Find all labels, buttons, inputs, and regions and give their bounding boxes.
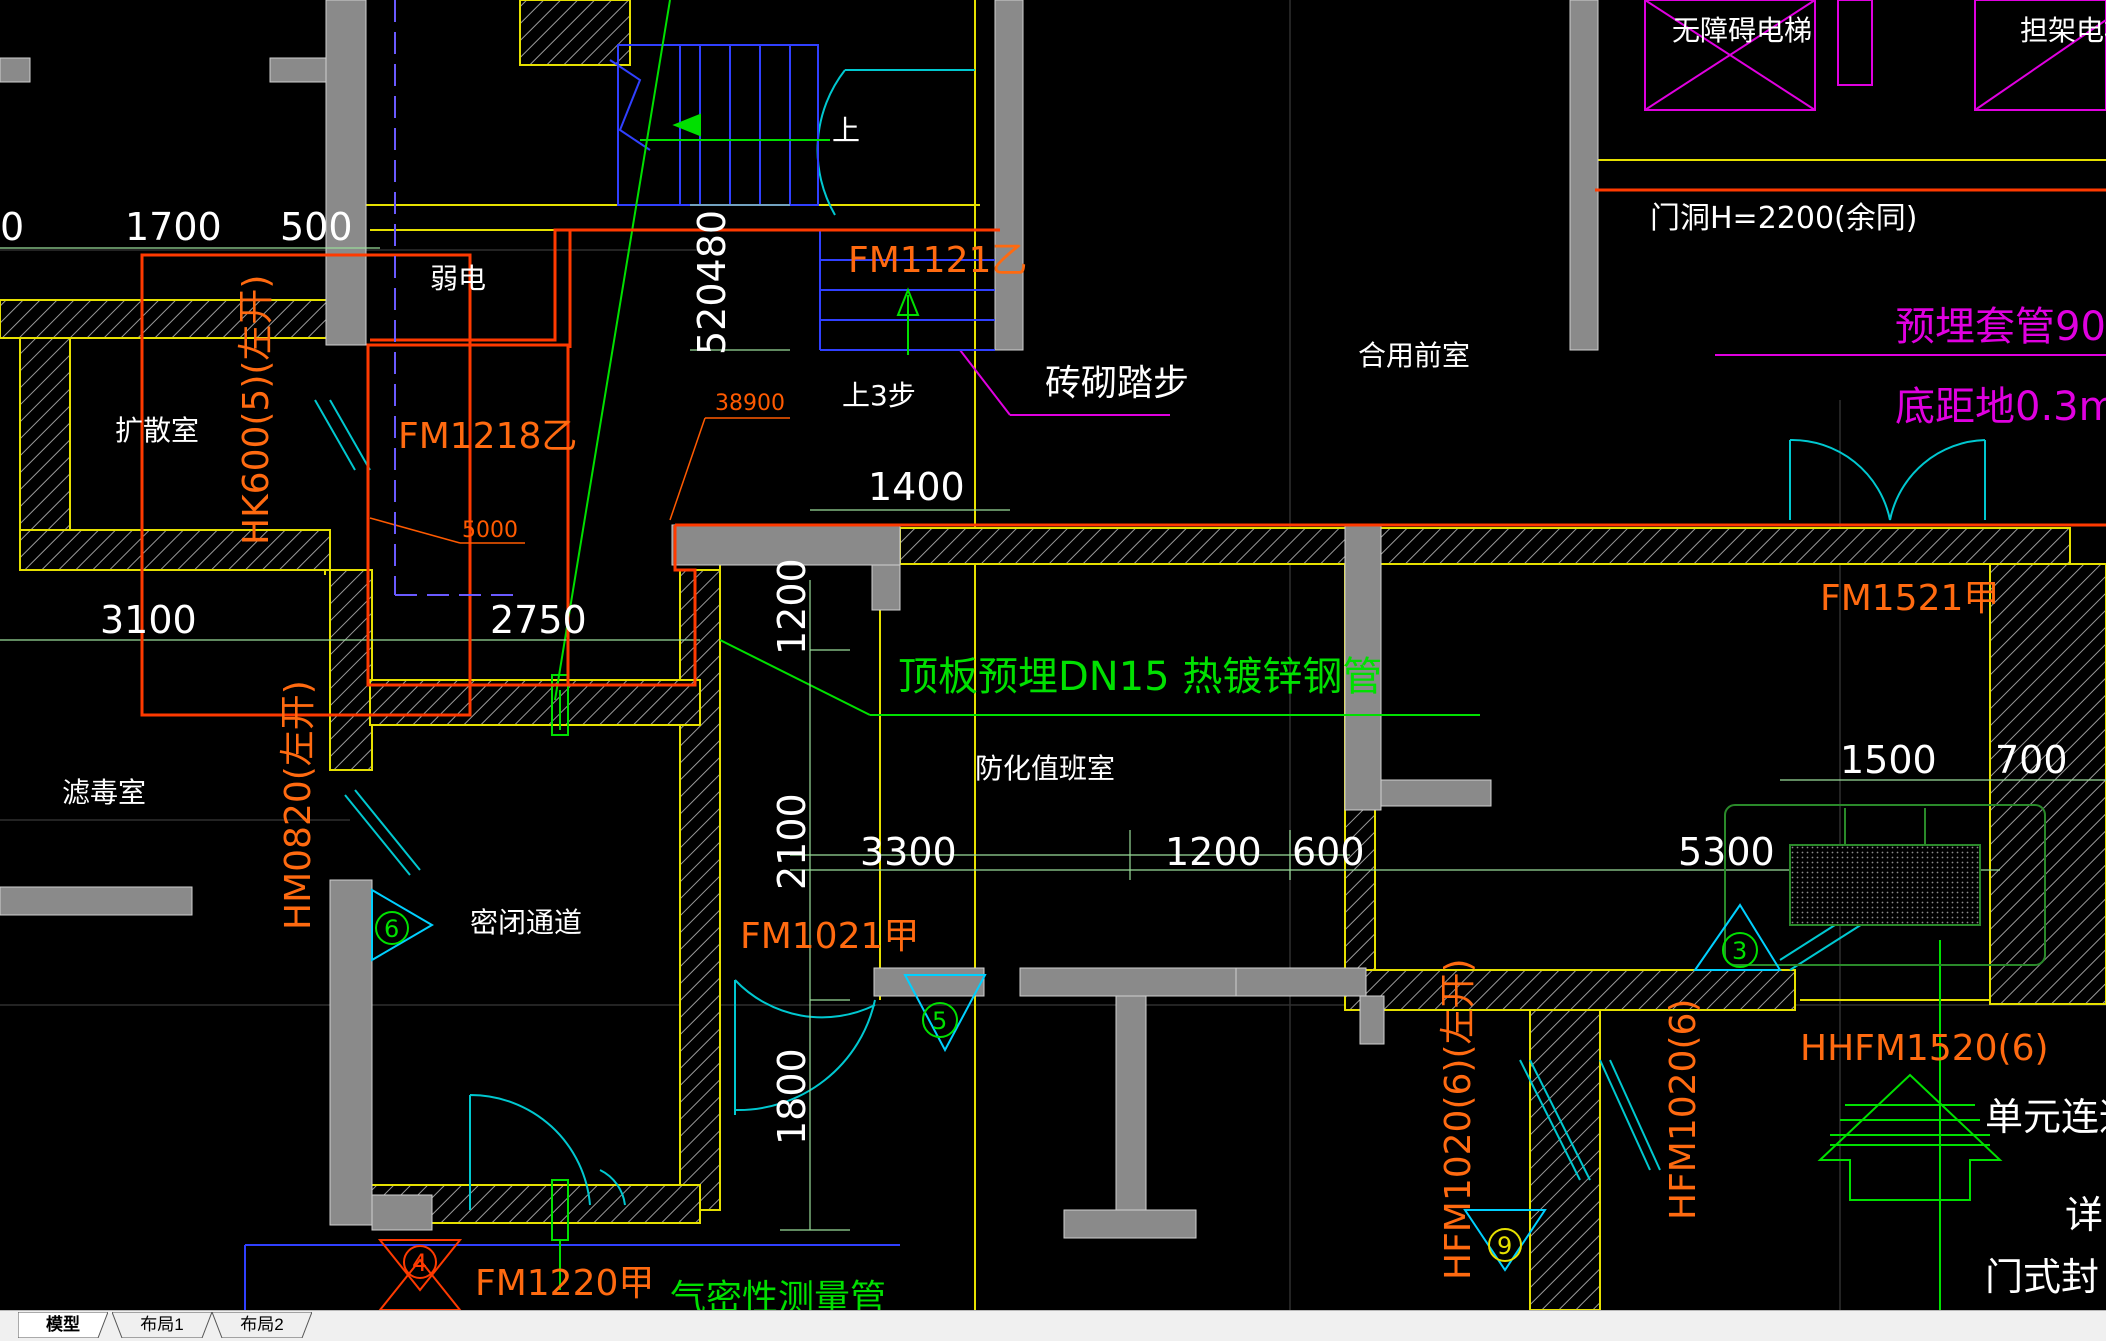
room-duty: 防化值班室	[975, 752, 1115, 785]
dim-3100: 3100	[100, 598, 197, 642]
door-fm1121: FM1121乙	[848, 240, 1027, 281]
marker-3: 3	[1732, 937, 1747, 965]
dim-600: 600	[1292, 830, 1365, 874]
note-gas-pipe: 气密性测量管	[670, 1278, 886, 1310]
room-diffusion: 扩散室	[115, 414, 199, 447]
tab-layout2[interactable]: 布局2	[212, 1312, 312, 1338]
note-door-seal: 门式封	[1985, 1255, 2099, 1299]
door-fm1521: FM1521甲	[1820, 578, 1999, 619]
dim-1200-vertical: 1200	[770, 558, 814, 655]
door-fm1218: FM1218乙	[398, 416, 577, 457]
door-hk600: HK600(5)(左开)	[236, 275, 277, 545]
door-hhfm1520: HHFM1520(6)	[1800, 1028, 2049, 1069]
marker-9: 9	[1497, 1232, 1512, 1260]
door-hfm1020: HFM1020(6)	[1663, 999, 1704, 1220]
magenta-notes: 预埋套管900 *7 底距地0.3m	[1895, 304, 2106, 430]
room-filter: 滤毒室	[62, 776, 146, 809]
room-shared-anteroom: 合用前室	[1358, 339, 1470, 372]
room-weak-current: 弱电	[430, 262, 486, 295]
marker-6: 6	[384, 915, 399, 943]
note-roof-pipe: 顶板预埋DN15 热镀锌钢管	[898, 654, 1382, 700]
orange-dims: 38900 5000	[462, 391, 785, 543]
dim-2750: 2750	[490, 598, 587, 642]
room-stretcher-elevator: 担架电梯	[2020, 14, 2106, 47]
door-hfm1020-left: HFM1020(6)(左开)	[1438, 958, 1479, 1280]
door-fm1021: FM1021甲	[740, 916, 919, 957]
dim-500: 500	[280, 205, 353, 249]
dim-3300: 3300	[860, 830, 957, 874]
dim-5000: 5000	[462, 518, 518, 543]
layout-tab-bar: 模型 布局1 布局2	[0, 1310, 2106, 1341]
room-accessible-elevator: 无障碍电梯	[1672, 14, 1812, 47]
note-embedded-sleeve: 预埋套管900 *7	[1895, 304, 2106, 350]
dim-0: 0	[0, 205, 24, 249]
cad-model-space[interactable]: 0 1700 500 3100 2750 1400 3300 1200 600 …	[0, 0, 2106, 1310]
note-up-3-steps: 上3步	[842, 379, 916, 412]
room-airtight-passage: 密闭通道	[470, 906, 582, 939]
dim-1800-vertical: 1800	[770, 1048, 814, 1145]
dim-520480: 520480	[690, 210, 734, 355]
door-fm1220: FM1220甲	[475, 1263, 654, 1304]
door-hm0820: HM0820(左开)	[278, 680, 319, 930]
note-detail: 详	[2065, 1193, 2103, 1237]
note-bottom-from-floor: 底距地0.3m	[1895, 384, 2106, 430]
elevation-38900: 38900	[715, 391, 785, 416]
note-brick-step: 砖砌踏步	[1045, 363, 1189, 404]
tab-model[interactable]: 模型	[18, 1312, 108, 1338]
dim-1700: 1700	[125, 205, 222, 249]
dim-1500: 1500	[1840, 738, 1937, 782]
note-up: 上	[832, 114, 860, 147]
dashed-axes	[394, 0, 520, 596]
marker-5: 5	[932, 1007, 947, 1035]
tab-layout1[interactable]: 布局1	[112, 1312, 212, 1338]
dim-1200: 1200	[1165, 830, 1262, 874]
dim-1400: 1400	[868, 465, 965, 509]
marker-4: 4	[412, 1249, 427, 1277]
elevator-shafts	[959, 0, 2106, 416]
note-unit-connection: 单元连通	[1985, 1095, 2106, 1139]
dim-700: 700	[1995, 738, 2068, 782]
dim-5300: 5300	[1678, 830, 1775, 874]
dim-2100-vertical: 2100	[770, 793, 814, 890]
note-door-height: 门洞H=2200(余同)	[1650, 201, 1917, 236]
